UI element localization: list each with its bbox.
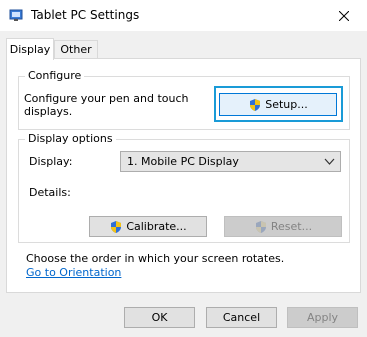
tab-other[interactable]: Other [54,40,98,58]
go-to-orientation-link[interactable]: Go to Orientation [26,266,121,279]
ok-button[interactable]: OK [124,307,195,328]
display-label: Display: [29,155,73,168]
cancel-button[interactable]: Cancel [206,307,277,328]
reset-button-label: Reset... [270,220,313,233]
configure-description-line2: displays. [24,105,73,118]
details-label: Details: [29,186,71,199]
display-select[interactable]: 1. Mobile PC Display [120,151,341,172]
tablet-settings-icon [9,9,23,21]
tab-display[interactable]: Display [6,38,54,60]
display-options-group-label: Display options [25,132,116,145]
uac-shield-icon [111,220,122,233]
reset-button[interactable]: Reset... [224,216,342,237]
calibrate-button-label: Calibrate... [126,220,187,233]
uac-shield-icon [250,98,261,111]
apply-button[interactable]: Apply [287,307,358,328]
configure-group-label: Configure [25,69,85,82]
orientation-description: Choose the order in which your screen ro… [26,252,285,265]
title-bar: Tablet PC Settings [0,0,367,31]
setup-button[interactable]: Setup... [219,93,337,116]
uac-shield-icon [255,220,266,233]
close-icon [339,10,349,21]
tablet-pc-settings-dialog: Tablet PC Settings Display Other Configu… [0,0,367,337]
chevron-down-icon [324,158,335,165]
display-select-value: 1. Mobile PC Display [127,155,239,168]
close-button[interactable] [321,0,367,31]
display-tab-panel: Configure Configure your pen and touch d… [6,58,361,293]
setup-button-label: Setup... [265,98,308,111]
window-title: Tablet PC Settings [31,8,140,22]
configure-description-line1: Configure your pen and touch [24,92,189,105]
calibrate-button[interactable]: Calibrate... [89,216,207,237]
